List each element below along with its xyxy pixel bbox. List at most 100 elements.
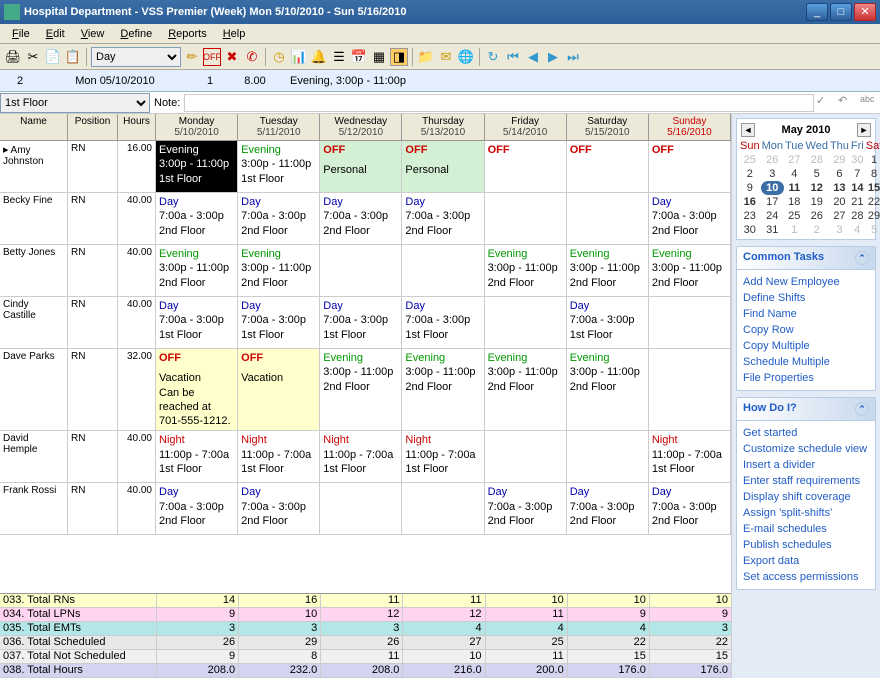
cal-day[interactable]: 23 — [739, 209, 761, 223]
schedule-cell[interactable] — [649, 349, 731, 430]
cal-day[interactable]: 4 — [784, 167, 805, 181]
cal-day[interactable]: 25 — [784, 209, 805, 223]
task-link[interactable]: Copy Multiple — [743, 338, 869, 354]
schedule-cell[interactable]: Day7:00a - 3:00p1st Floor — [402, 297, 484, 348]
cal-day[interactable]: 27 — [829, 209, 850, 223]
schedule-cell[interactable]: Day7:00a - 3:00p2nd Floor — [156, 193, 238, 244]
howdoi-header[interactable]: How Do I? ⌃ — [737, 398, 875, 421]
schedule-cell[interactable]: OFF — [485, 141, 567, 192]
off-icon[interactable]: OFF — [203, 48, 221, 66]
schedule-cell[interactable]: Evening3:00p - 11:00p2nd Floor — [485, 349, 567, 430]
shift-select[interactable]: Day — [91, 47, 181, 67]
schedule-cell[interactable] — [485, 297, 567, 348]
schedule-cell[interactable]: Day7:00a - 3:00p1st Floor — [238, 297, 320, 348]
delete-icon[interactable]: ✖ — [223, 48, 241, 66]
schedule-cell[interactable]: Night11:00p - 7:00a1st Floor — [156, 431, 238, 482]
panel-icon[interactable]: ◨ — [390, 48, 408, 66]
cal-day[interactable]: 5 — [805, 167, 829, 181]
menu-view[interactable]: View — [73, 26, 113, 42]
schedule-cell[interactable]: Day7:00a - 3:00p2nd Floor — [567, 483, 649, 534]
schedule-cell[interactable]: Day7:00a - 3:00p2nd Floor — [156, 483, 238, 534]
refresh-icon[interactable]: ↻ — [484, 48, 502, 66]
calendar-icon[interactable]: 📅 — [350, 48, 368, 66]
cal-day[interactable]: 14 — [850, 181, 865, 195]
schedule-cell[interactable]: OFFPersonal — [402, 141, 484, 192]
chart-icon[interactable]: 📊 — [290, 48, 308, 66]
col-day-1[interactable]: Tuesday5/11/2010 — [238, 114, 320, 140]
schedule-cell[interactable]: OFF — [649, 141, 731, 192]
schedule-cell[interactable] — [485, 193, 567, 244]
cal-day[interactable]: 16 — [739, 195, 761, 209]
cal-day[interactable]: 1 — [865, 153, 880, 167]
folder-icon[interactable]: 📁 — [417, 48, 435, 66]
schedule-cell[interactable]: Night11:00p - 7:00a1st Floor — [402, 431, 484, 482]
cal-day[interactable]: 22 — [865, 195, 880, 209]
nav-prev-icon[interactable]: ◀ — [524, 48, 542, 66]
schedule-cell[interactable] — [320, 483, 402, 534]
schedule-cell[interactable]: Evening3:00p - 11:00p2nd Floor — [402, 349, 484, 430]
task-link[interactable]: Customize schedule view — [743, 441, 869, 457]
schedule-cell[interactable]: Day7:00a - 3:00p2nd Floor — [649, 483, 731, 534]
task-link[interactable]: Get started — [743, 425, 869, 441]
nav-next-icon[interactable]: ▶ — [544, 48, 562, 66]
schedule-cell[interactable]: Evening3:00p - 11:00p2nd Floor — [649, 245, 731, 296]
cal-day[interactable]: 30 — [739, 223, 761, 237]
cal-day[interactable]: 21 — [850, 195, 865, 209]
schedule-cell[interactable]: Day7:00a - 3:00p2nd Floor — [402, 193, 484, 244]
schedule-cell[interactable] — [485, 431, 567, 482]
cal-day[interactable]: 13 — [829, 181, 850, 195]
schedule-cell[interactable]: Day7:00a - 3:00p1st Floor — [567, 297, 649, 348]
schedule-cell[interactable]: Day7:00a - 3:00p2nd Floor — [649, 193, 731, 244]
schedule-cell[interactable]: Evening3:00p - 11:00p2nd Floor — [485, 245, 567, 296]
cal-day[interactable]: 10 — [761, 181, 784, 195]
task-link[interactable]: Schedule Multiple — [743, 354, 869, 370]
task-link[interactable]: Copy Row — [743, 322, 869, 338]
schedule-cell[interactable]: OFFPersonal — [320, 141, 402, 192]
schedule-cell[interactable] — [402, 245, 484, 296]
schedule-cell[interactable]: Evening3:00p - 11:00p1st Floor — [238, 141, 320, 192]
schedule-cell[interactable]: OFF — [567, 141, 649, 192]
schedule-cell[interactable]: Evening3:00p - 11:00p2nd Floor — [567, 349, 649, 430]
col-day-4[interactable]: Friday5/14/2010 — [485, 114, 567, 140]
cal-day[interactable]: 19 — [805, 195, 829, 209]
col-day-2[interactable]: Wednesday5/12/2010 — [320, 114, 402, 140]
cal-day[interactable]: 9 — [739, 181, 761, 195]
task-link[interactable]: Find Name — [743, 306, 869, 322]
schedule-cell[interactable]: OFFVacation — [238, 349, 320, 430]
task-link[interactable]: Display shift coverage — [743, 489, 869, 505]
nav-last-icon[interactable]: ⏭ — [564, 48, 582, 66]
cal-day[interactable]: 25 — [739, 153, 761, 167]
schedule-cell[interactable] — [567, 193, 649, 244]
schedule-cell[interactable]: Evening3:00p - 11:00p2nd Floor — [320, 349, 402, 430]
nav-first-icon[interactable]: ⏮ — [504, 48, 522, 66]
menu-reports[interactable]: Reports — [160, 26, 215, 42]
schedule-cell[interactable] — [402, 483, 484, 534]
schedule-cell[interactable]: Evening3:00p - 11:00p2nd Floor — [567, 245, 649, 296]
task-link[interactable]: Define Shifts — [743, 290, 869, 306]
copy-icon[interactable]: 📄 — [44, 48, 62, 66]
col-day-0[interactable]: Monday5/10/2010 — [156, 114, 238, 140]
cal-day[interactable]: 1 — [784, 223, 805, 237]
close-button[interactable]: ✕ — [854, 3, 876, 21]
cal-day[interactable]: 29 — [829, 153, 850, 167]
maximize-button[interactable]: □ — [830, 3, 852, 21]
schedule-cell[interactable]: OFFVacationCan be reached at 701-555-121… — [156, 349, 238, 430]
task-link[interactable]: Enter staff requirements — [743, 473, 869, 489]
task-link[interactable]: E-mail schedules — [743, 521, 869, 537]
cal-day[interactable]: 3 — [829, 223, 850, 237]
check-icon[interactable]: ✓ — [816, 94, 834, 112]
web-icon[interactable]: 🌐 — [457, 48, 475, 66]
cal-day[interactable]: 18 — [784, 195, 805, 209]
clock-icon[interactable]: ◷ — [270, 48, 288, 66]
task-link[interactable]: Export data — [743, 553, 869, 569]
paste-icon[interactable]: 📋 — [64, 48, 82, 66]
col-day-3[interactable]: Thursday5/13/2010 — [402, 114, 484, 140]
minimize-button[interactable]: _ — [806, 3, 828, 21]
cal-day[interactable]: 20 — [829, 195, 850, 209]
abc-icon[interactable]: abc — [860, 94, 878, 112]
list-icon[interactable]: ☰ — [330, 48, 348, 66]
col-day-6[interactable]: Sunday5/16/2010 — [649, 114, 731, 140]
cal-day[interactable]: 8 — [865, 167, 880, 181]
note-input[interactable] — [184, 94, 814, 112]
cal-day[interactable]: 6 — [829, 167, 850, 181]
